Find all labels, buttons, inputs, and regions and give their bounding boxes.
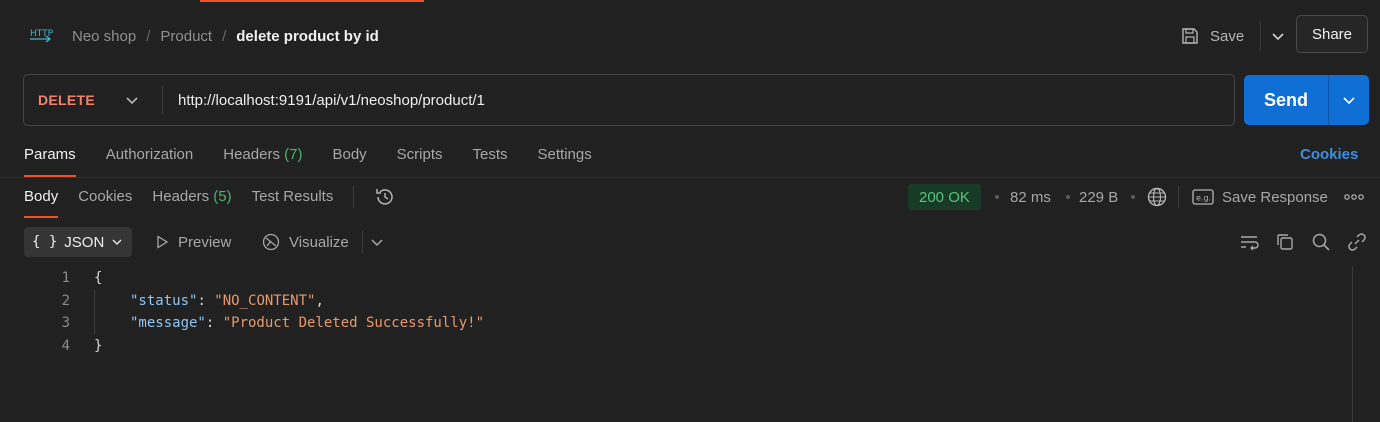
json-value: "Product Deleted Successfully!" [222, 315, 485, 331]
tab-scripts[interactable]: Scripts [397, 140, 443, 170]
visualize-label: Visualize [289, 233, 349, 251]
url-input[interactable]: http://localhost:9191/api/v1/neoshop/pro… [178, 75, 485, 125]
link-icon[interactable] [1346, 231, 1368, 253]
line-number: 3 [61, 315, 70, 331]
globe-icon[interactable] [1146, 184, 1168, 210]
status-badge[interactable]: 200 OK [908, 184, 981, 210]
separator-dot [1131, 195, 1135, 199]
line-number: 4 [61, 338, 70, 354]
preview-button[interactable]: Preview [154, 227, 231, 257]
braces-icon: { } [32, 234, 58, 250]
search-icon[interactable] [1310, 231, 1332, 253]
format-select[interactable]: { } JSON [24, 227, 132, 257]
tab-body[interactable]: Body [332, 140, 366, 170]
response-tab-body[interactable]: Body [24, 184, 59, 218]
save-options-chevron-icon[interactable] [1271, 29, 1285, 43]
line-number: 1 [61, 270, 70, 286]
response-tab-test-results[interactable]: Test Results [252, 184, 334, 210]
divider [362, 231, 363, 253]
breadcrumb-collection[interactable]: Neo shop [72, 28, 136, 45]
line-number: 2 [61, 293, 70, 309]
format-label: JSON [64, 233, 105, 251]
json-entry: "message": "Product Deleted Successfully… [130, 315, 485, 331]
http-icon: HTTP [28, 24, 54, 48]
breadcrumb-folder[interactable]: Product [160, 28, 212, 45]
visualize-button[interactable]: Visualize [261, 227, 349, 257]
response-headers-label: Headers [152, 188, 210, 205]
json-open-brace: { [94, 270, 103, 286]
response-tools [1238, 231, 1368, 253]
active-tab-indicator [200, 0, 424, 2]
code-line: 2 "status": "NO_CONTENT", [0, 290, 324, 312]
save-group: Save [1180, 21, 1285, 51]
response-tabs: Body Cookies Headers (5) Test Results [24, 184, 396, 218]
divider [353, 186, 355, 208]
svg-text:HTTP: HTTP [30, 29, 54, 39]
example-icon: e.g. [1192, 188, 1214, 206]
response-tab-headers[interactable]: Headers (5) [152, 184, 231, 210]
headers-count: (7) [284, 146, 303, 163]
method-select[interactable]: DELETE [38, 75, 95, 125]
response-headers-count: (5) [213, 188, 232, 205]
chevron-down-icon [111, 236, 123, 248]
send-button-group: Send [1244, 75, 1369, 125]
divider [0, 177, 1380, 178]
save-icon[interactable] [1180, 26, 1200, 46]
divider [162, 85, 163, 115]
breadcrumb-separator: / [146, 27, 151, 45]
svg-text:e.g.: e.g. [1196, 194, 1211, 203]
save-response-button[interactable]: e.g. Save Response [1192, 184, 1328, 210]
chevron-down-icon[interactable] [124, 92, 140, 108]
json-key: "status" [130, 293, 198, 309]
tab-settings[interactable]: Settings [538, 140, 592, 170]
save-response-label: Save Response [1222, 188, 1328, 206]
send-options-chevron-icon[interactable] [1329, 75, 1369, 125]
share-button[interactable]: Share [1296, 15, 1368, 53]
code-line: 1 { [0, 267, 103, 289]
code-line: 4 } [0, 335, 103, 357]
response-time[interactable]: 82 ms [1010, 184, 1051, 210]
request-tabs: Params Authorization Headers (7) Body Sc… [24, 140, 592, 177]
tab-params[interactable]: Params [24, 140, 76, 177]
json-key: "message" [130, 315, 206, 331]
request-name[interactable]: delete product by id [236, 28, 379, 45]
cookies-link[interactable]: Cookies [1300, 140, 1358, 170]
breadcrumb: HTTP Neo shop / Product / delete product… [28, 22, 379, 50]
more-options-icon[interactable] [1344, 184, 1364, 210]
separator-dot [995, 195, 999, 199]
send-button[interactable]: Send [1244, 75, 1328, 125]
tab-authorization[interactable]: Authorization [106, 140, 194, 170]
json-close-brace: } [94, 338, 103, 354]
response-tab-cookies[interactable]: Cookies [78, 184, 132, 210]
history-icon[interactable] [374, 186, 396, 208]
scrollbar-track[interactable] [1352, 266, 1353, 422]
separator-dot [1066, 195, 1070, 199]
json-value: "NO_CONTENT" [214, 293, 316, 309]
breadcrumb-separator: / [222, 27, 227, 45]
tab-tests[interactable]: Tests [473, 140, 508, 170]
url-bar: DELETE http://localhost:9191/api/v1/neos… [23, 74, 1235, 126]
copy-icon[interactable] [1274, 231, 1296, 253]
save-button[interactable]: Save [1210, 28, 1244, 45]
visualize-icon [261, 232, 281, 252]
play-icon [154, 234, 170, 250]
code-line: 3 "message": "Product Deleted Successful… [0, 312, 484, 334]
preview-label: Preview [178, 233, 232, 251]
response-size[interactable]: 229 B [1079, 184, 1118, 210]
tab-headers-label: Headers [223, 146, 280, 163]
divider [1178, 186, 1179, 208]
wrap-lines-icon[interactable] [1238, 231, 1260, 253]
visualize-options-chevron-icon[interactable] [370, 227, 384, 257]
json-entry: "status": "NO_CONTENT", [130, 293, 324, 309]
tab-headers[interactable]: Headers (7) [223, 140, 302, 170]
divider [1260, 21, 1262, 51]
